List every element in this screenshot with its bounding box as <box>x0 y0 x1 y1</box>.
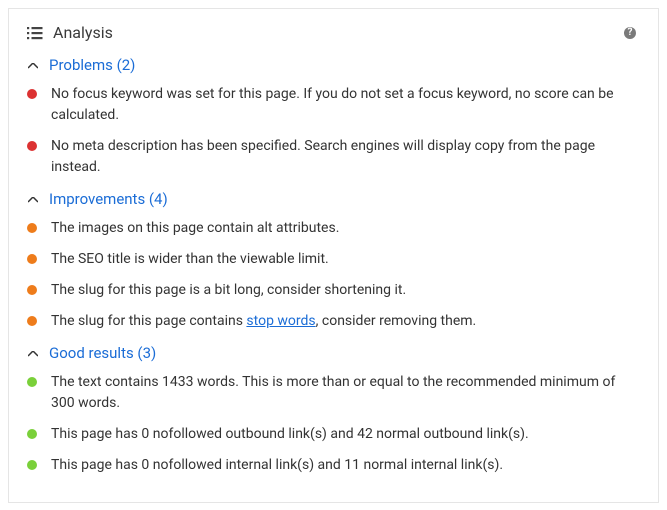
item-text: The text contains 1433 words. This is mo… <box>51 372 636 414</box>
section-problems: Problems (2) No focus keyword was set for… <box>27 56 636 178</box>
chevron-up-icon <box>27 58 39 72</box>
status-dot-orange <box>27 285 37 295</box>
list-item: The text contains 1433 words. This is mo… <box>27 372 636 414</box>
status-dot-orange <box>27 223 37 233</box>
status-dot-orange <box>27 254 37 264</box>
item-text: No focus keyword was set for this page. … <box>51 84 636 126</box>
item-text: The images on this page contain alt attr… <box>51 218 339 239</box>
chevron-up-icon <box>27 192 39 206</box>
list-item: The SEO title is wider than the viewable… <box>27 249 636 270</box>
section-header-good[interactable]: Good results (3) <box>27 344 636 362</box>
status-dot-orange <box>27 316 37 326</box>
status-dot-red <box>27 89 37 99</box>
section-title: Good results (3) <box>49 344 156 362</box>
list-item: This page has 0 nofollowed outbound link… <box>27 424 636 445</box>
status-dot-green <box>27 460 37 470</box>
item-text: The slug for this page contains stop wor… <box>51 311 476 332</box>
status-dot-green <box>27 377 37 387</box>
list-item: No focus keyword was set for this page. … <box>27 84 636 126</box>
section-improvements: Improvements (4) The images on this page … <box>27 190 636 332</box>
section-header-improvements[interactable]: Improvements (4) <box>27 190 636 208</box>
item-text: This page has 0 nofollowed outbound link… <box>51 424 529 445</box>
list-item: This page has 0 nofollowed internal link… <box>27 455 636 476</box>
section-good: Good results (3) The text contains 1433 w… <box>27 344 636 476</box>
sections-container: Problems (2) No focus keyword was set for… <box>27 56 636 476</box>
list-icon <box>27 26 43 40</box>
help-icon[interactable]: ? <box>624 27 636 39</box>
status-dot-red <box>27 141 37 151</box>
section-title: Improvements (4) <box>49 190 168 208</box>
list-item: No meta description has been specified. … <box>27 136 636 178</box>
panel-header: Analysis ? <box>27 23 636 42</box>
section-header-problems[interactable]: Problems (2) <box>27 56 636 74</box>
item-text: The slug for this page is a bit long, co… <box>51 280 406 301</box>
section-title: Problems (2) <box>49 56 135 74</box>
stop-words-link[interactable]: stop words <box>246 313 315 329</box>
chevron-up-icon <box>27 346 39 360</box>
list-item: The slug for this page is a bit long, co… <box>27 280 636 301</box>
item-text: No meta description has been specified. … <box>51 136 636 178</box>
panel-title: Analysis <box>53 23 624 42</box>
item-text: This page has 0 nofollowed internal link… <box>51 455 503 476</box>
analysis-panel: Analysis ? Problems (2) No focus keyword … <box>8 8 659 503</box>
item-text: The SEO title is wider than the viewable… <box>51 249 329 270</box>
list-item: The images on this page contain alt attr… <box>27 218 636 239</box>
list-item: The slug for this page contains stop wor… <box>27 311 636 332</box>
status-dot-green <box>27 429 37 439</box>
